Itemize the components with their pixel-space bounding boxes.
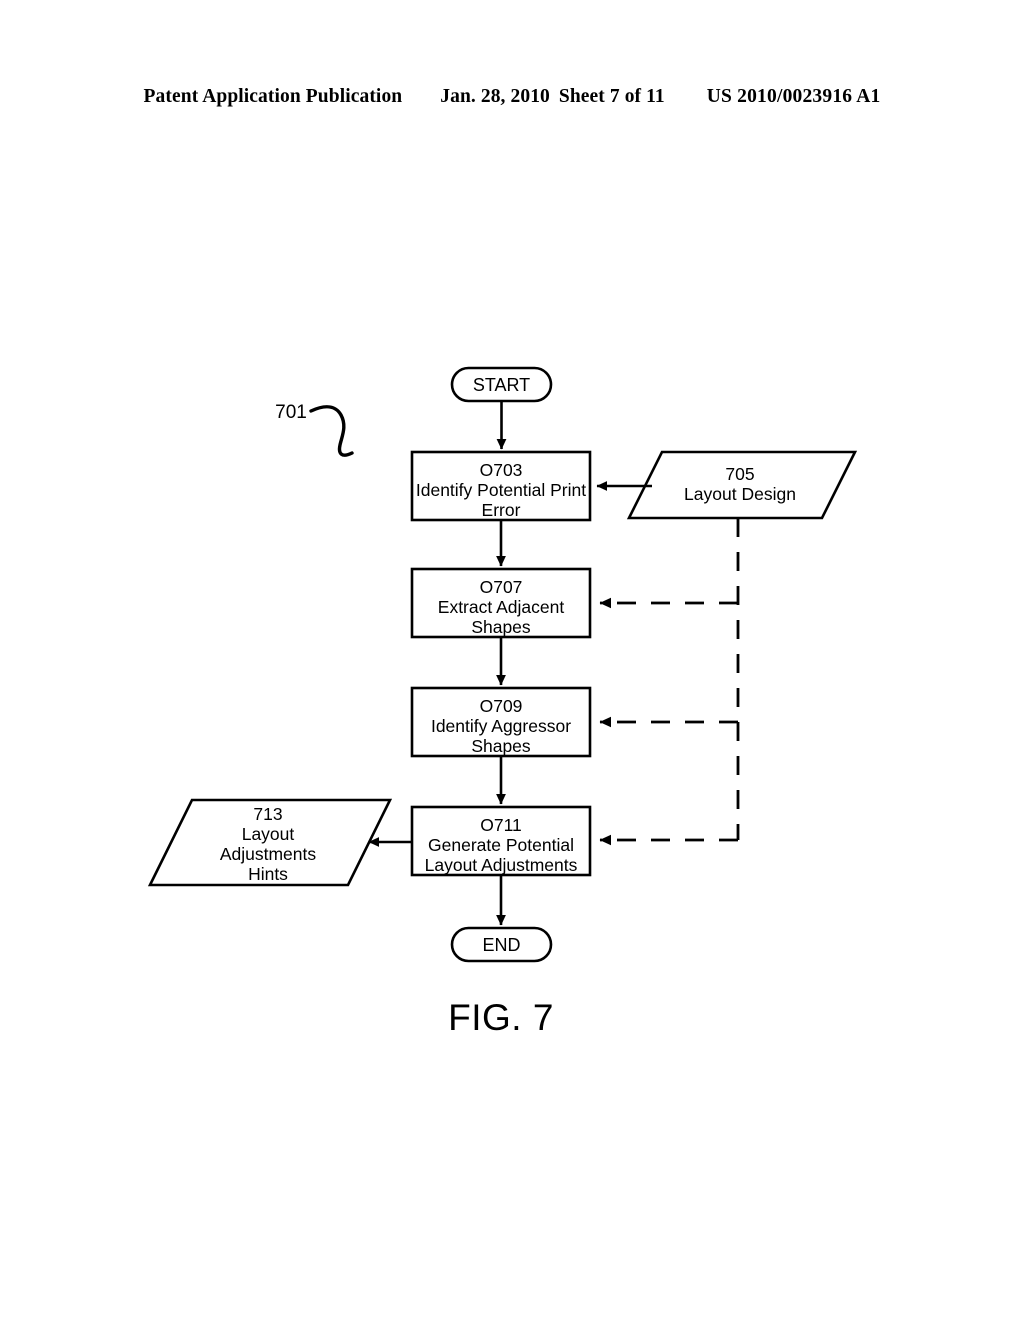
flow-process-o703-line2: Error (482, 500, 521, 520)
figure-caption: FIG. 7 (448, 997, 554, 1038)
flow-data-713-line3: Hints (248, 864, 288, 884)
flow-process-o709-line2: Shapes (471, 736, 531, 756)
flow-data-705-line1: Layout Design (684, 484, 796, 504)
flow-process-o711-line2: Layout Adjustments (425, 855, 578, 875)
flow-process-o709-number: O709 (480, 696, 523, 716)
figure-7-flowchart: 701 START O703 Identify Potential Print … (0, 0, 1024, 1320)
flow-data-713-line2: Adjustments (220, 844, 317, 864)
reference-numeral-701: 701 (275, 402, 307, 423)
flow-data-713-line1: Layout (242, 824, 295, 844)
flow-process-o703-number: O703 (480, 460, 523, 480)
flow-terminator-end-label: END (482, 935, 520, 955)
flow-process-o707-line2: Shapes (471, 617, 531, 637)
reference-leader-line-701 (309, 405, 354, 457)
flow-process-o711-line1: Generate Potential (428, 835, 574, 855)
flow-process-o709-line1: Identify Aggressor (431, 716, 571, 736)
flow-process-o707-line1: Extract Adjacent (438, 597, 565, 617)
flow-process-o711-number: O711 (480, 815, 522, 835)
flow-process-o707-number: O707 (480, 577, 523, 597)
flow-data-705-number: 705 (725, 464, 754, 484)
flow-process-o703-line1: Identify Potential Print (416, 480, 586, 500)
flow-terminator-start-label: START (473, 375, 530, 395)
flow-data-713-number: 713 (253, 804, 282, 824)
